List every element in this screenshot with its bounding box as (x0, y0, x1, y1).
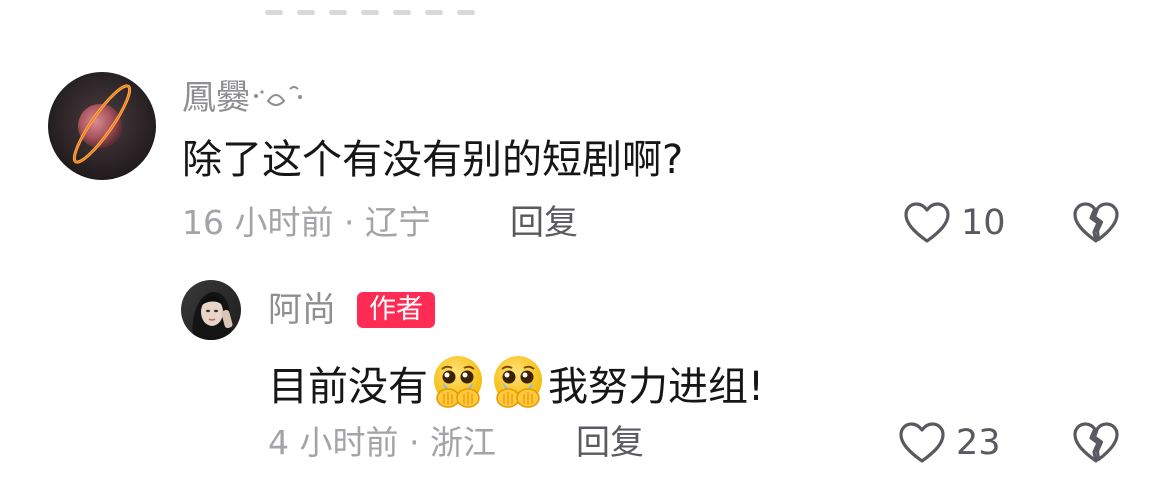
dislike-button[interactable] (1072, 421, 1120, 469)
comment-location: 浙江 (429, 423, 496, 462)
comment-location: 辽宁 (364, 203, 431, 242)
username[interactable]: 阿尚 (268, 290, 336, 330)
heart-outline-icon (904, 202, 950, 243)
comment-text: 除了这个有没有别的短剧啊? (182, 137, 684, 183)
like-button[interactable]: 10 (903, 201, 1006, 245)
broken-heart-icon (1073, 202, 1119, 243)
broken-heart-icon (1073, 422, 1119, 463)
dislike-button[interactable] (1072, 201, 1120, 249)
reply-button[interactable]: 回复 (576, 423, 644, 463)
pleading-face-hands-over-mouth-icon (494, 356, 542, 408)
pleading-face-hands-over-mouth-icon (434, 356, 482, 408)
like-count: 23 (956, 423, 1001, 463)
comment-time: 4 小时前 (268, 423, 399, 462)
username-decoration-icon (250, 80, 310, 120)
comment-time: 16 小时前 (182, 203, 334, 242)
comment-meta: 4 小时前 · 浙江 (268, 423, 496, 463)
avatar[interactable] (181, 280, 241, 340)
author-badge: 作者 (357, 292, 435, 328)
reply-button[interactable]: 回复 (510, 203, 578, 243)
comment-text: 目前没有 我努力进组! (268, 354, 764, 412)
meta-separator: · (398, 423, 430, 462)
username[interactable]: 鳳爨 (182, 78, 310, 120)
truncated-content-above (265, 0, 505, 16)
meta-separator: · (333, 203, 365, 242)
like-button[interactable]: 23 (898, 421, 1001, 465)
comment-meta: 16 小时前 · 辽宁 (182, 203, 431, 243)
avatar[interactable] (48, 72, 156, 180)
like-count: 10 (961, 203, 1006, 243)
heart-outline-icon (899, 422, 945, 463)
